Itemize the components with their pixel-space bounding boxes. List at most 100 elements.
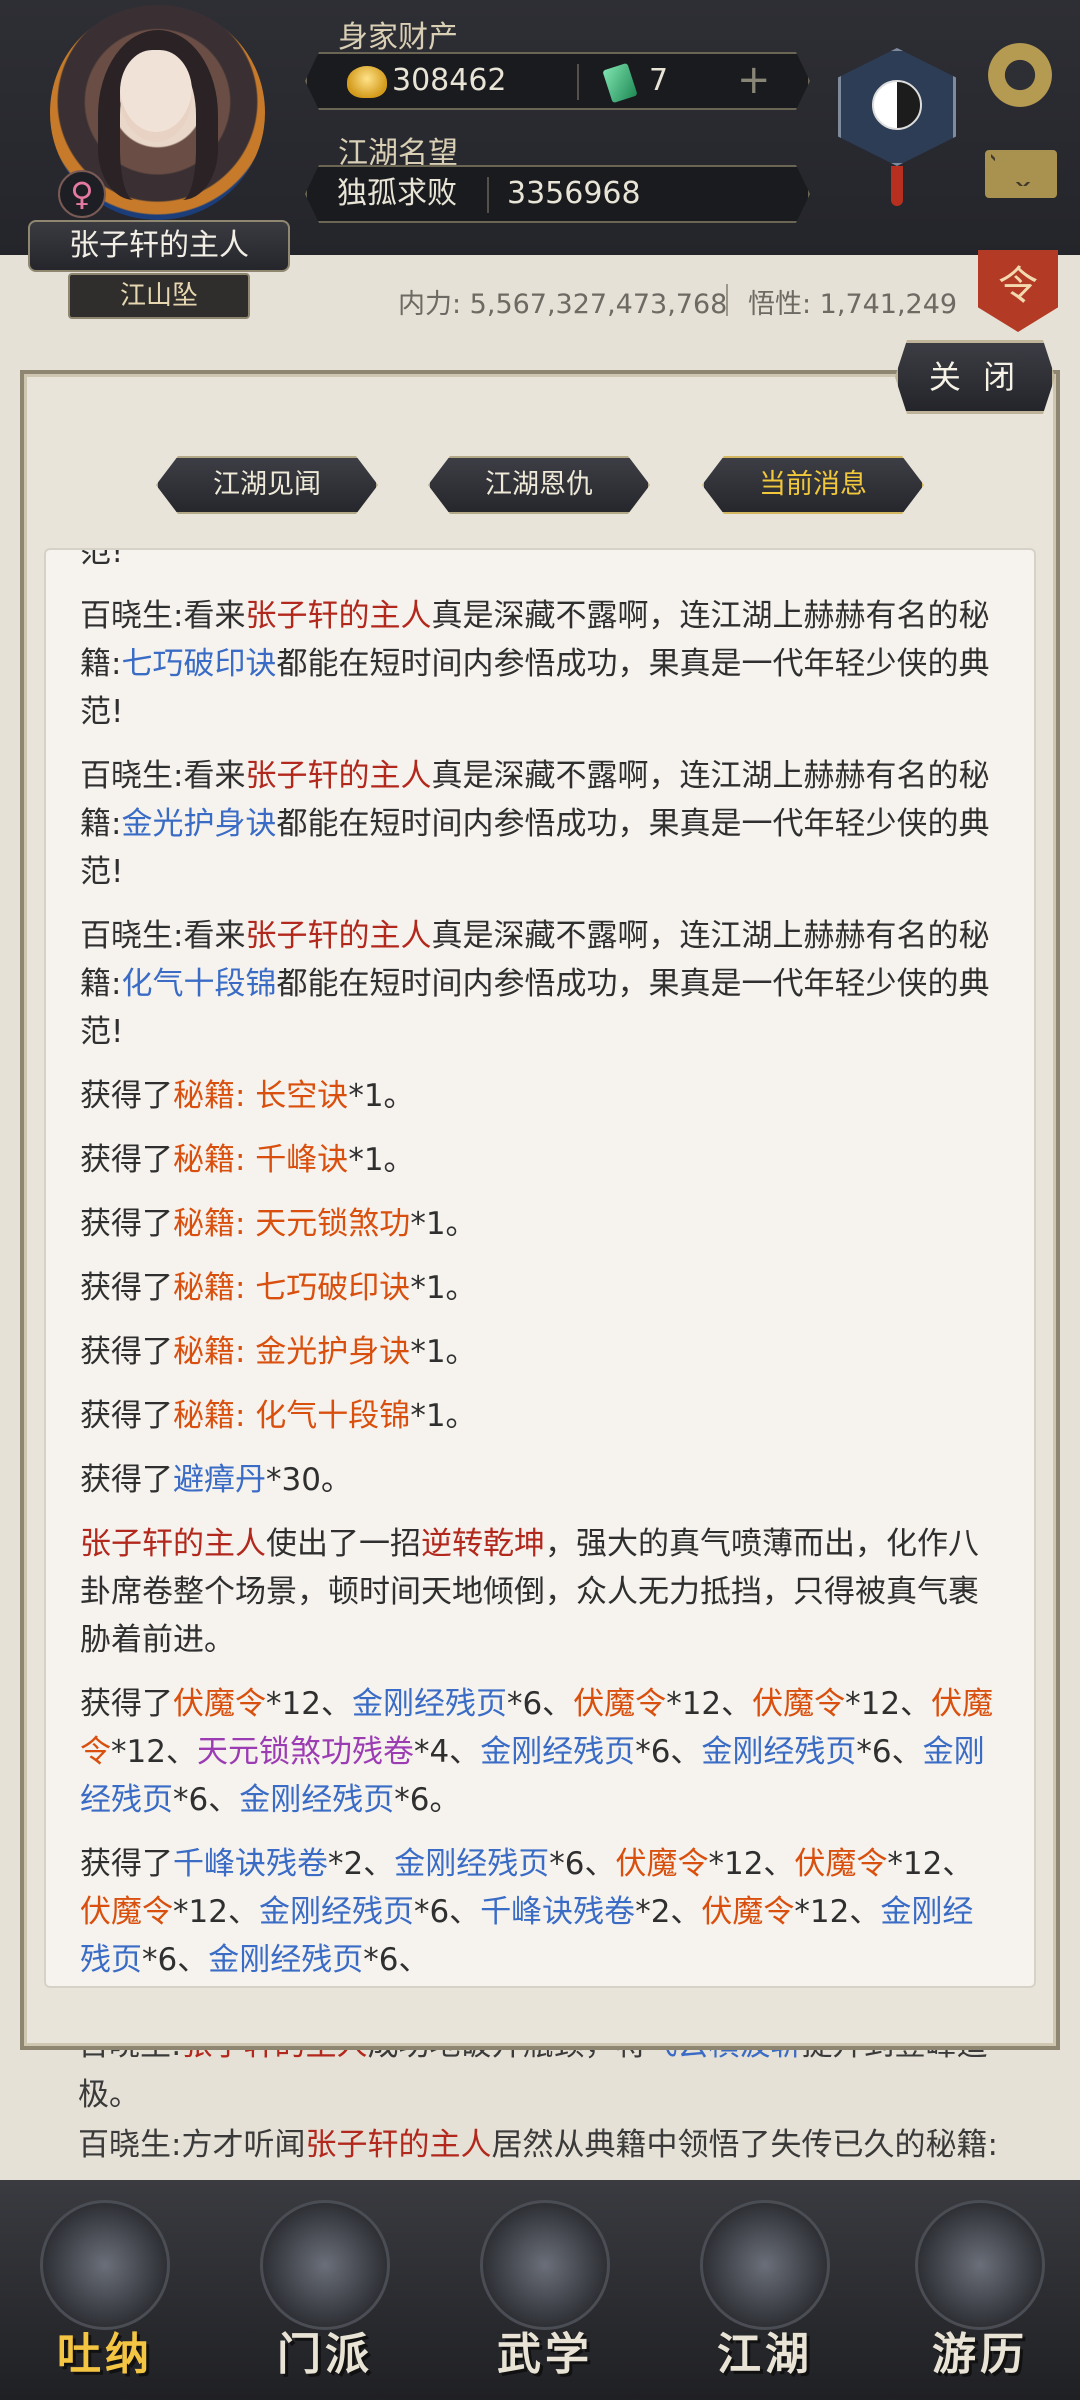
item-count: *6、 <box>635 1734 702 1770</box>
item-link: 秘籍: 长空诀 <box>173 1078 349 1114</box>
log-line: 百晓生:方才听闻张子轩的主人居然从典籍中领悟了失传已久的秘籍: <box>78 2120 1008 2170</box>
item-count: *6、 <box>506 1686 574 1722</box>
meditation-icon <box>40 2200 170 2330</box>
item-link: 伏魔令 <box>752 1686 846 1722</box>
message-text: 百晓生:看来 <box>80 598 246 634</box>
player-name-link: 张子轩的主人 <box>245 598 432 634</box>
divider <box>726 284 728 316</box>
list-item: 获得了秘籍: 七巧破印诀*1。 <box>80 1264 1000 1312</box>
item-count: *2、 <box>635 1894 702 1930</box>
list-item: 获得了伏魔令*12、金刚经残页*6、伏魔令*12、伏魔令*12、伏魔令*12、天… <box>80 1680 1000 1824</box>
yin-yang-icon <box>872 80 922 130</box>
list-item: 获得了千峰诀残卷*2、金刚经残页*6、伏魔令*12、伏魔令*12、伏魔令*12、… <box>80 1840 1000 1984</box>
jade-value: 7 <box>649 63 669 98</box>
book-link: 化气十段锦 <box>121 966 277 1002</box>
message-text: 获得了 <box>80 1686 173 1722</box>
list-item: 获得了秘籍: 长空诀*1。 <box>80 1072 1000 1120</box>
plus-icon[interactable]: + <box>737 60 771 100</box>
tab-jianghu-feud[interactable]: 江湖恩仇 <box>428 456 650 514</box>
nav-label: 门派 <box>277 2329 373 2380</box>
message-text: 获得了 <box>80 1270 173 1306</box>
horse-icon <box>915 2200 1045 2330</box>
item-count: *12、 <box>708 1846 795 1882</box>
item-link: 伏魔令 <box>80 1894 173 1930</box>
item-count: *1。 <box>410 1334 477 1370</box>
mail-icon[interactable] <box>985 150 1057 198</box>
item-count: *12、 <box>173 1894 259 1930</box>
divider <box>487 177 489 213</box>
message-text: 获得了 <box>80 1142 173 1178</box>
item-count: *6、 <box>142 1942 209 1978</box>
book-link: 七巧破印诀 <box>121 646 277 682</box>
message-text: 获得了 <box>80 1462 173 1498</box>
list-item: 百晓生:看来张子轩的主人真是深藏不露啊，连江湖上赫赫有名的秘籍:化气十段锦都能在… <box>80 912 1000 1056</box>
item-count: *2、 <box>328 1846 395 1882</box>
message-text: 获得了 <box>80 1846 173 1882</box>
player-name[interactable]: 张子轩的主人 <box>28 220 290 272</box>
message-text: 百晓生:看来 <box>80 918 246 954</box>
gear-icon[interactable] <box>985 40 1055 110</box>
item-count: *1。 <box>410 1270 477 1306</box>
item-count: *12、 <box>845 1686 932 1722</box>
list-item: 获得了避瘴丹*30。 <box>80 1456 1000 1504</box>
log-text: 居然从典籍中领悟了失传已久的秘籍: <box>491 2127 998 2163</box>
message-text: 范! <box>80 548 124 570</box>
item-link: 秘籍: 千峰诀 <box>173 1142 349 1178</box>
item-count: *6、 <box>413 1894 481 1930</box>
nav-label: 武学 <box>497 2329 593 2380</box>
item-link: 金刚经残页 <box>239 1782 395 1818</box>
item-count: *1。 <box>410 1206 477 1242</box>
item-link: 秘籍: 天元锁煞功 <box>173 1206 411 1242</box>
item-count: *6、 <box>363 1942 430 1978</box>
list-item: 获得了秘籍: 千峰诀*1。 <box>80 1136 1000 1184</box>
book-icon <box>480 2200 610 2330</box>
item-link: 避瘴丹 <box>173 1462 266 1498</box>
item-count: *1。 <box>410 1398 477 1434</box>
sect-icon <box>260 2200 390 2330</box>
message-list[interactable]: 范! 百晓生:看来张子轩的主人真是深藏不露啊，连江湖上赫赫有名的秘籍:七巧破印诀… <box>44 548 1036 1988</box>
item-count: *6、 <box>549 1846 616 1882</box>
item-count: *1。 <box>348 1142 415 1178</box>
item-link: 千峰诀残卷 <box>173 1846 328 1882</box>
nav-jianghu[interactable]: 江湖 <box>680 2190 850 2390</box>
list-item: 张子轩的主人使出了一招逆转乾坤，强大的真气喷薄而出，化作八卦席卷整个场景，顿时间… <box>80 1520 1000 1664</box>
reputation-bar: 独孤求败 3356968 <box>305 165 810 223</box>
message-text: 获得了 <box>80 1078 173 1114</box>
nav-youli[interactable]: 游历 <box>895 2190 1065 2390</box>
item-link: 千峰诀残卷 <box>480 1894 636 1930</box>
player-name-link: 张子轩的主人 <box>80 1526 266 1562</box>
hat-icon <box>700 2200 830 2330</box>
female-gender-icon: ♀ <box>58 170 106 218</box>
message-text: 使出了一招 <box>266 1526 421 1562</box>
item-link: 伏魔令 <box>615 1846 709 1882</box>
log-text: 百晓生:方才听闻 <box>78 2127 306 2163</box>
book-link: 金光护身诀 <box>121 806 277 842</box>
player-name-link: 张子轩的主人 <box>245 758 432 794</box>
tassel-icon <box>891 166 903 206</box>
close-button[interactable]: 关 闭 <box>895 340 1055 414</box>
skill-link: 逆转乾坤 <box>421 1526 545 1562</box>
item-link: 伏魔令 <box>573 1686 667 1722</box>
item-count: *6。 <box>394 1782 461 1818</box>
item-count: *12、 <box>794 1894 881 1930</box>
item-link: 金刚经残页 <box>258 1894 414 1930</box>
item-count: *6、 <box>856 1734 923 1770</box>
message-text: 获得了 <box>80 1334 173 1370</box>
item-link: 伏魔令 <box>173 1686 266 1722</box>
nav-wuxue[interactable]: 武学 <box>460 2190 630 2390</box>
item-link: 秘籍: 金光护身诀 <box>173 1334 411 1370</box>
tab-jianghu-news[interactable]: 江湖见闻 <box>156 456 378 514</box>
silver-value: 308462 <box>392 63 507 98</box>
nav-menpai[interactable]: 门派 <box>240 2190 410 2390</box>
item-count: *12、 <box>887 1846 974 1882</box>
item-count: *1。 <box>348 1078 415 1114</box>
nav-label: 游历 <box>932 2329 1028 2380</box>
nav-tuna[interactable]: 吐纳 <box>20 2190 190 2390</box>
list-item: 百晓生:看来张子轩的主人真是深藏不露啊，连江湖上赫赫有名的秘籍:金光护身诀都能在… <box>80 752 1000 896</box>
bottom-nav: 吐纳 门派 武学 江湖 游历 <box>0 2180 1080 2400</box>
item-link: 金刚经残页 <box>394 1846 550 1882</box>
item-count: *4、 <box>413 1734 481 1770</box>
item-link: 伏魔令 <box>701 1894 795 1930</box>
taiji-icon[interactable] <box>838 28 956 206</box>
tab-current-messages[interactable]: 当前消息 <box>702 456 924 514</box>
